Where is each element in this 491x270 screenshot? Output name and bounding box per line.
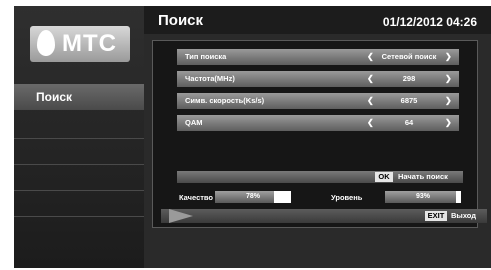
datetime: 01/12/2012 04:26: [382, 15, 477, 29]
setting-label: Тип поиска: [185, 52, 227, 61]
logo-text: МТС: [62, 30, 117, 57]
exit-key-badge[interactable]: EXIT: [425, 211, 447, 221]
chevron-right-icon: [169, 209, 193, 223]
level-value: 93%: [415, 193, 430, 200]
arrow-right-icon[interactable]: ❯: [445, 52, 452, 61]
setting-row-search-type[interactable]: Тип поиска ❮ Сетевой поиск ❯: [177, 49, 459, 65]
sidebar-divider: [14, 190, 144, 191]
setting-value: 64: [404, 118, 414, 127]
level-label: Уровень: [331, 193, 363, 202]
footer-bar: EXIT Выход: [161, 209, 487, 223]
setting-row-symbol-rate[interactable]: Симв. скорость(Ks/s) ❮ 6875 ❯: [177, 93, 459, 109]
setting-label: Симв. скорость(Ks/s): [185, 96, 265, 105]
level-meter: 93%: [385, 191, 461, 203]
setting-value: Сетевой поиск: [381, 52, 437, 61]
quality-meter: 78%: [215, 191, 291, 203]
sidebar-divider: [14, 138, 144, 139]
sidebar-item-label: Поиск: [36, 90, 73, 104]
arrow-right-icon[interactable]: ❯: [445, 74, 452, 83]
start-search-label: Начать поиск: [398, 172, 448, 181]
egg-icon: [37, 30, 55, 56]
search-panel: Тип поиска ❮ Сетевой поиск ❯ Частота(MHz…: [152, 40, 487, 228]
setting-row-frequency[interactable]: Частота(MHz) ❮ 298 ❯: [177, 71, 459, 87]
sidebar-item-search[interactable]: Поиск: [14, 84, 144, 110]
arrow-right-icon[interactable]: ❯: [445, 96, 452, 105]
setting-row-qam[interactable]: QAM ❮ 64 ❯: [177, 115, 459, 131]
tv-screen: МТС Поиск Поиск 01/12/2012 04:26 Тип пои…: [0, 0, 491, 270]
sidebar-divider: [14, 164, 144, 165]
sidebar-divider: [14, 216, 144, 217]
page-title: Поиск: [158, 12, 204, 29]
setting-value: 6875: [400, 96, 418, 105]
content-area: Тип поиска ❮ Сетевой поиск ❯ Частота(MHz…: [144, 34, 491, 268]
mts-logo: МТС: [30, 26, 130, 62]
setting-value: 298: [402, 74, 416, 83]
start-search-row[interactable]: OK Начать поиск: [177, 171, 463, 183]
header: Поиск 01/12/2012 04:26: [144, 6, 491, 34]
setting-label: QAM: [185, 118, 203, 127]
arrow-right-icon[interactable]: ❯: [445, 118, 452, 127]
ok-key-badge[interactable]: OK: [375, 172, 393, 182]
exit-label: Выход: [451, 211, 477, 220]
quality-value: 78%: [245, 193, 260, 200]
sidebar: МТС Поиск: [14, 6, 144, 268]
quality-label: Качество: [179, 193, 214, 202]
setting-label: Частота(MHz): [185, 74, 235, 83]
